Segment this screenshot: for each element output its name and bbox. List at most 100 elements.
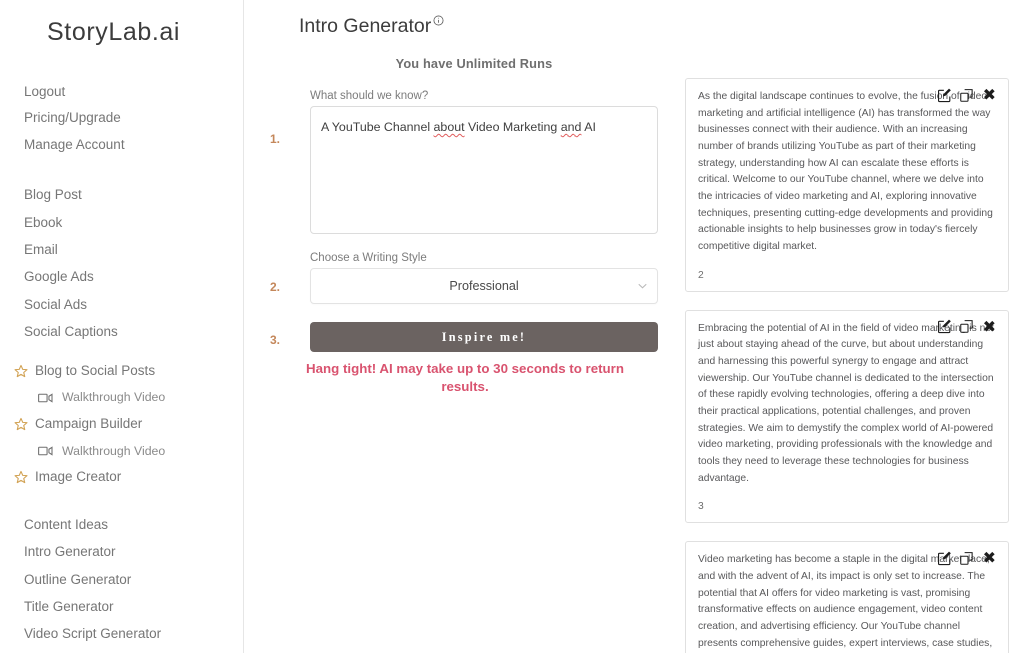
sidebar-item-label: Walkthrough Video [62,390,166,405]
video-icon [38,445,53,457]
main-content: Intro Generator You have Unlimited Runs … [244,0,1024,653]
result-text: Video marketing has become a staple in t… [698,554,993,649]
edit-pencil-icon[interactable] [937,319,952,334]
sidebar-item-social-captions[interactable]: Social Captions [24,318,243,345]
sidebar-item-blog-post[interactable]: Blog Post [24,182,243,209]
step-number-1: 1. [270,132,281,146]
sidebar-item-logout[interactable]: Logout [24,78,243,105]
prompt-input[interactable]: A YouTube Channel about Video Marketing … [310,106,658,234]
card-actions: ✖ [937,550,996,566]
sidebar-item-walkthrough-video-1[interactable]: Walkthrough Video [14,385,243,410]
result-card: ✖ Video marketing has become a staple in… [685,541,1009,653]
brand-logo[interactable]: StoryLab.ai [0,0,243,47]
sidebar-item-label: Video Script Generator [24,626,162,642]
card-actions: ✖ [937,318,996,335]
result-card: ✖ As the digital landscape continues to … [685,78,1009,292]
sidebar-item-label: Email [24,241,58,257]
prompt-misspelling-about: about [433,120,465,134]
sidebar-item-label: Campaign Builder [35,416,143,432]
generator-form: You have Unlimited Runs What should we k… [264,56,684,352]
sidebar-group-account: Logout Pricing/Upgrade Manage Account [0,74,243,158]
copy-icon[interactable] [959,551,974,566]
edit-pencil-icon[interactable] [937,551,952,566]
result-text: Embracing the potential of AI in the fie… [698,322,994,484]
copy-icon[interactable] [959,319,974,334]
sidebar-item-label: Intro Generator [24,544,116,560]
sidebar-item-label: Blog to Social Posts [35,363,156,379]
sidebar-item-label: Manage Account [24,136,125,152]
inspire-me-button[interactable]: Inspire me! [310,322,658,352]
sidebar-item-label: Content Ideas [24,517,109,533]
sidebar-item-manage-account[interactable]: Manage Account [24,131,243,158]
sidebar-item-label: Social Ads [24,296,88,312]
sidebar-item-intro-generator[interactable]: Intro Generator [24,538,243,565]
sidebar-item-label: Pricing/Upgrade [24,110,121,125]
sidebar-item-label: Social Captions [24,323,118,339]
writing-style-value: Professional [449,279,519,293]
info-circle-icon[interactable] [433,15,444,26]
sidebar-item-campaign-builder[interactable]: Campaign Builder [14,410,243,438]
video-icon [38,392,53,404]
sidebar-item-email[interactable]: Email [24,236,243,263]
result-card: ✖ Embracing the potential of AI in the f… [685,309,1009,524]
star-icon [14,470,28,484]
sidebar-group-featured: Blog to Social Posts Walkthrough Video C… [0,357,243,491]
result-count: 3 [698,501,704,513]
prompt-misspelling-and: and [560,120,582,134]
app-root: StoryLab.ai Logout Pricing/Upgrade Manag… [0,0,1024,653]
page-title: Intro Generator [299,15,444,38]
sidebar-item-outline-generator[interactable]: Outline Generator [24,566,243,593]
close-x-icon[interactable]: ✖ [983,87,996,103]
star-icon [14,417,28,431]
form-row-submit: 3. Inspire me! [264,322,684,352]
form-row-style: 2. Professional [264,268,684,304]
prompt-label: What should we know? [310,90,429,102]
step-number-2: 2. [270,280,281,294]
sidebar-nav: Logout Pricing/Upgrade Manage Account Bl… [0,47,243,648]
writing-style-select[interactable]: Professional [310,268,658,304]
results-panel: ✖ As the digital landscape continues to … [685,78,1009,653]
sidebar-item-label: Walkthrough Video [62,443,166,458]
card-actions: ✖ [937,87,996,103]
sidebar: StoryLab.ai Logout Pricing/Upgrade Manag… [0,0,244,653]
sidebar-group-tools: Blog Post Ebook Email Google Ads Social … [0,182,243,346]
close-x-icon[interactable]: ✖ [983,318,996,335]
sidebar-item-video-script-generator[interactable]: Video Script Generator [24,620,243,647]
copy-icon[interactable] [959,88,974,103]
sidebar-item-label: Outline Generator [24,571,132,587]
close-x-icon[interactable]: ✖ [983,550,996,566]
sidebar-group-generators: Content Ideas Intro Generator Outline Ge… [0,511,243,647]
loading-hint: Hang tight! AI may take up to 30 seconds… [306,361,624,394]
sidebar-item-label: Logout [24,83,66,99]
runs-note: You have Unlimited Runs [395,56,553,71]
star-icon [14,364,28,378]
result-count: 2 [698,269,704,281]
sidebar-item-social-ads[interactable]: Social Ads [24,291,243,318]
writing-style-label: Choose a Writing Style [310,252,427,264]
form-row-prompt: 1. A YouTube Channel about Video Marketi… [264,106,684,234]
step-number-3: 3. [270,333,281,347]
sidebar-item-image-creator[interactable]: Image Creator [14,463,243,491]
sidebar-item-label: Blog Post [24,187,82,203]
chevron-down-icon [638,283,647,289]
sidebar-item-walkthrough-video-2[interactable]: Walkthrough Video [14,438,243,463]
sidebar-item-label: Image Creator [35,469,122,485]
sidebar-item-ebook[interactable]: Ebook [24,209,243,236]
prompt-value-mid: Video Marketing [464,120,561,134]
edit-pencil-icon[interactable] [937,88,952,103]
sidebar-item-google-ads[interactable]: Google Ads [24,263,243,290]
prompt-value-pre: A YouTube Channel [321,120,434,134]
sidebar-item-title-generator[interactable]: Title Generator [24,593,243,620]
sidebar-item-label: Google Ads [24,269,94,285]
sidebar-item-label: Title Generator [24,598,114,614]
prompt-value-post: AI [581,120,596,134]
sidebar-item-content-ideas[interactable]: Content Ideas [24,511,243,538]
sidebar-item-pricing-upgrade[interactable]: Pricing/Upgrade [24,105,243,132]
sidebar-item-label: Ebook [24,214,63,230]
sidebar-item-blog-to-social-posts[interactable]: Blog to Social Posts [14,357,243,385]
page-title-text: Intro Generator [299,15,432,38]
result-text: As the digital landscape continues to ev… [698,91,993,253]
